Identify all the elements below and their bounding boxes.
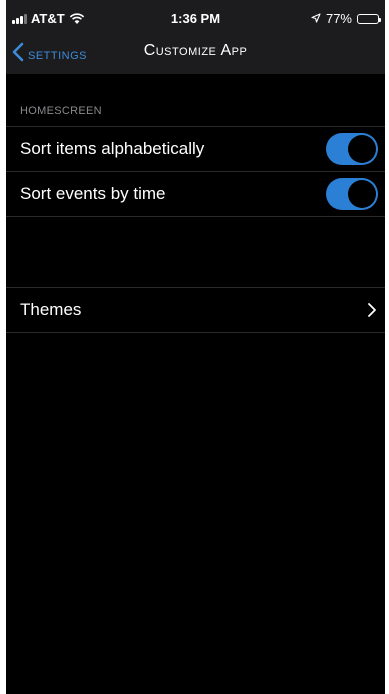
sort-alphabetically-toggle[interactable]	[326, 133, 378, 165]
setting-label: Sort events by time	[20, 184, 166, 203]
app-screen: AT&T 1:36 PM 77% settings Customize App …	[6, 0, 385, 694]
toggle-knob	[348, 135, 376, 163]
page-title: Customize App	[143, 42, 248, 59]
chevron-right-icon	[367, 301, 377, 324]
sort-events-toggle[interactable]	[326, 178, 378, 210]
battery-icon	[357, 13, 381, 24]
setting-label: Sort items alphabetically	[20, 139, 205, 158]
battery-percent: 77%	[325, 11, 352, 26]
setting-row-sort-events-time: Sort events by time	[6, 171, 385, 216]
navigation-bar: Settings Customize App	[6, 30, 385, 74]
status-right: 77%	[311, 11, 381, 26]
themes-row[interactable]: Themes	[6, 287, 385, 332]
themes-label: Themes	[20, 300, 82, 319]
divider	[6, 332, 385, 333]
setting-row-sort-alphabetically: Sort items alphabetically	[6, 126, 385, 171]
location-icon	[311, 11, 321, 26]
divider	[6, 216, 385, 217]
section-header-homescreen: HOMESCREEN	[20, 105, 102, 117]
toggle-knob	[348, 180, 376, 208]
